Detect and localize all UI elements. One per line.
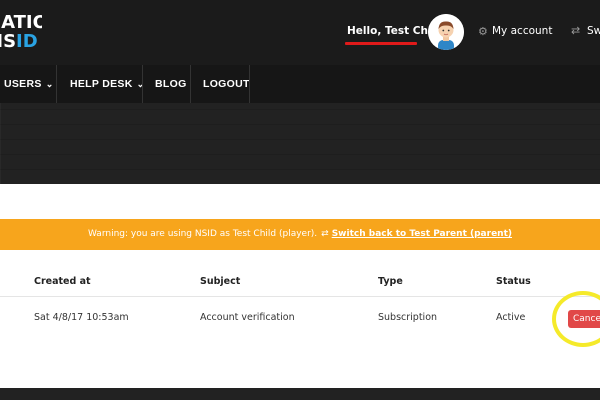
chevron-down-icon: ⌄: [45, 79, 54, 89]
nav-item-help-desk[interactable]: HELP DESK ⌄: [70, 65, 144, 103]
hero-banner: [0, 103, 600, 184]
footer: [0, 388, 600, 400]
column-header-created-at[interactable]: Created at: [34, 276, 91, 287]
avatar[interactable]: [428, 14, 464, 50]
nav-divider: [56, 65, 57, 103]
nav-item-blog[interactable]: BLOG: [155, 65, 187, 103]
logo-line1: NATIONAL: [0, 13, 42, 33]
switch-link[interactable]: Switch: [587, 25, 600, 37]
column-header-subject[interactable]: Subject: [200, 276, 240, 287]
cell-subject: Account verification: [200, 312, 295, 323]
top-header: NATIONAL NSID Hello, Test Child ⚙ My acc…: [0, 0, 600, 65]
cell-created-at: Sat 4/8/17 10:53am: [34, 312, 129, 323]
switch-icon: ⇄: [571, 24, 581, 37]
impersonation-warning: Warning: you are using NSID as Test Chil…: [0, 219, 600, 250]
highlight-circle-annotation: [552, 291, 600, 347]
nav-divider: [142, 65, 143, 103]
switch-back-icon: ⇄: [321, 229, 329, 239]
avatar-boy-icon: [428, 14, 464, 50]
nav-item-label: HELP DESK: [70, 78, 133, 90]
greeting-underline-annotation: [345, 42, 417, 45]
logo-ns: NS: [0, 31, 17, 52]
nav-divider: [249, 65, 250, 103]
main-nav: USERS ⌄ HELP DESK ⌄ BLOG LOGOUT: [0, 65, 600, 103]
logo-line2: NSID: [0, 32, 42, 51]
warning-text: Warning: you are using NSID as Test Chil…: [87, 229, 318, 239]
nav-item-label: LOGOUT: [203, 78, 250, 90]
table-divider: [0, 296, 600, 297]
nav-item-users[interactable]: USERS ⌄: [4, 65, 54, 103]
chevron-down-icon: ⌄: [136, 79, 145, 89]
cell-type: Subscription: [378, 312, 438, 323]
nav-divider: [190, 65, 191, 103]
gear-icon: ⚙: [478, 25, 488, 38]
switch-back-link[interactable]: Switch back to Test Parent (parent): [332, 229, 512, 239]
column-header-status[interactable]: Status: [496, 276, 531, 287]
logo-id: ID: [16, 31, 38, 52]
cell-status: Active: [496, 312, 526, 323]
column-header-type[interactable]: Type: [378, 276, 403, 287]
nav-item-label: USERS: [4, 78, 42, 90]
site-logo[interactable]: NATIONAL NSID: [0, 13, 42, 53]
nav-item-label: BLOG: [155, 78, 187, 90]
my-account-link[interactable]: My account: [492, 25, 552, 37]
nav-item-logout[interactable]: LOGOUT: [203, 65, 250, 103]
